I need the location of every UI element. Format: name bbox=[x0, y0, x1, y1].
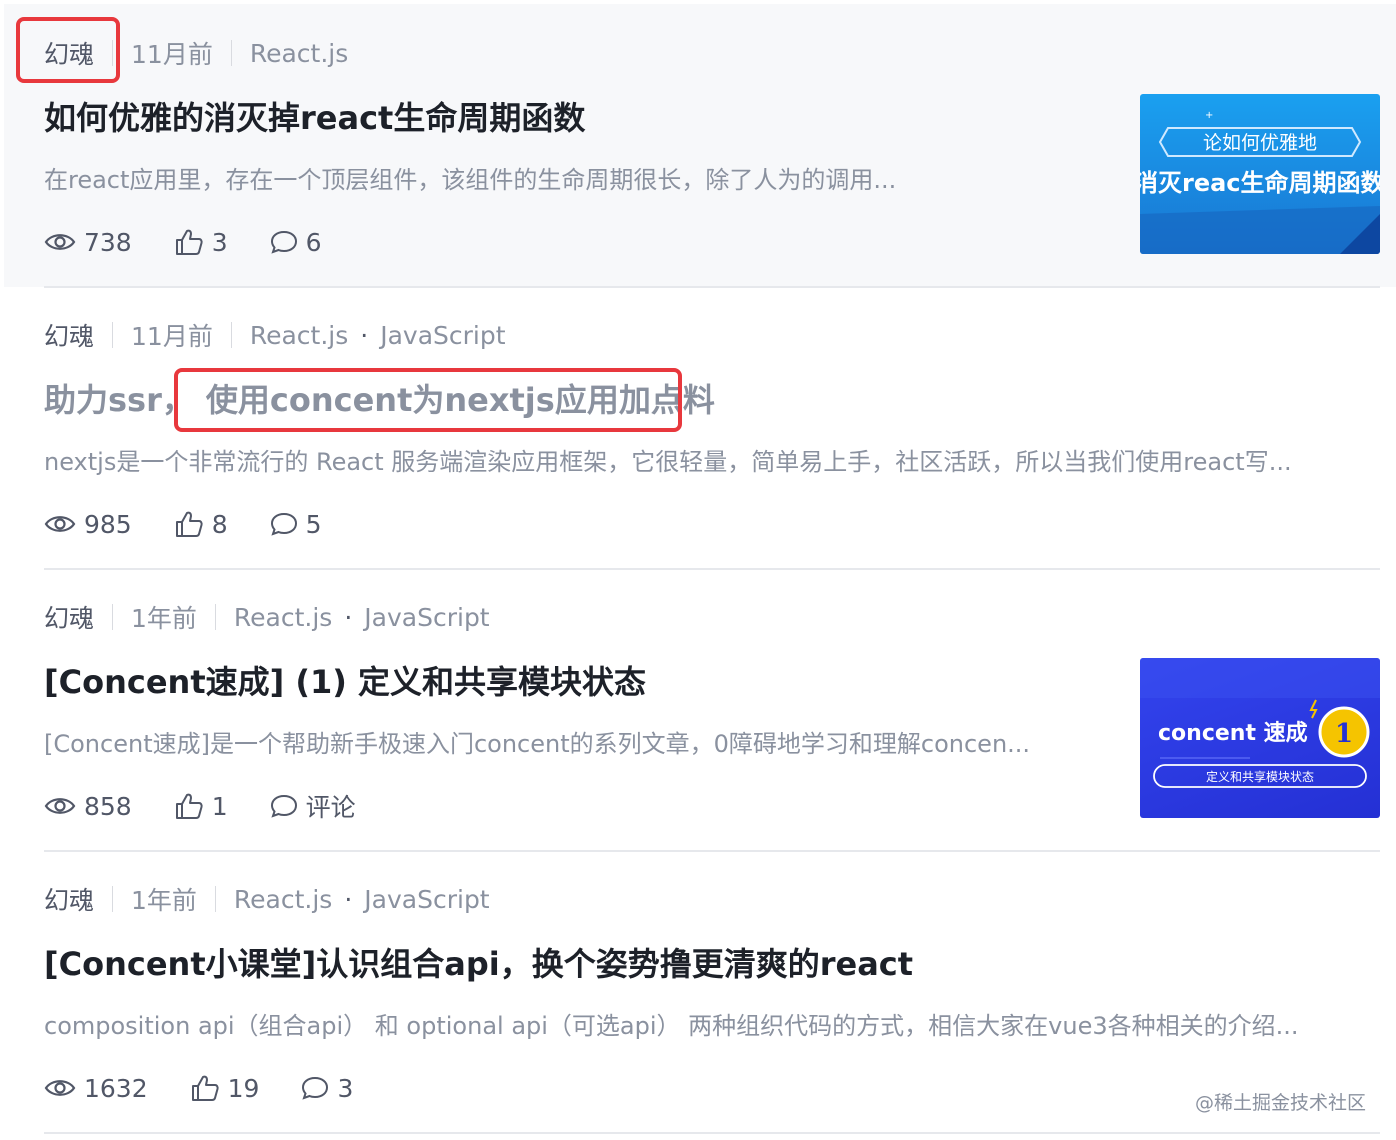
tag[interactable]: JavaScript bbox=[364, 603, 489, 632]
article-thumbnail[interactable]: concent 速成 1 定义和共享模块状态 bbox=[1140, 658, 1380, 818]
comments-stat[interactable]: 6 bbox=[270, 228, 322, 257]
article-thumbnail[interactable]: + 论如何优雅地 消灭reac生命周期函数 bbox=[1140, 94, 1380, 254]
tag[interactable]: JavaScript bbox=[380, 321, 505, 350]
meta-divider bbox=[112, 322, 114, 348]
thumbnail-headline: 消灭reac生命周期函数 bbox=[1140, 169, 1380, 197]
views-stat: 1632 bbox=[44, 1074, 148, 1103]
meta-divider bbox=[112, 604, 114, 630]
meta-divider bbox=[214, 604, 216, 630]
likes-stat[interactable]: 8 bbox=[174, 510, 228, 539]
views-stat: 858 bbox=[44, 792, 132, 821]
thumbs-up-icon bbox=[191, 1075, 219, 1101]
article-stats: 1632 19 3 bbox=[44, 1068, 395, 1108]
views-stat: 985 bbox=[44, 510, 132, 539]
thumbnail-graphic: + 论如何优雅地 消灭reac生命周期函数 bbox=[1140, 110, 1380, 254]
author-name[interactable]: 幻魂 bbox=[44, 599, 94, 635]
publish-time: 1年前 bbox=[131, 886, 197, 915]
article-abstract[interactable]: composition api（组合api） 和 optional api（可选… bbox=[44, 1008, 1299, 1044]
divider bbox=[44, 1132, 1380, 1134]
article-meta: 幻魂 1年前 React.js · JavaScript bbox=[44, 879, 490, 919]
meta-divider bbox=[112, 886, 114, 912]
thumbs-up-icon bbox=[175, 229, 203, 255]
article-meta: 幻魂 1年前 React.js · JavaScript bbox=[44, 597, 490, 637]
eye-icon bbox=[44, 798, 76, 814]
tag[interactable]: JavaScript bbox=[364, 885, 489, 914]
thumbnail-graphic: concent 速成 1 定义和共享模块状态 bbox=[1140, 658, 1380, 788]
author-name[interactable]: 幻魂 bbox=[44, 881, 94, 917]
highlight-box bbox=[174, 368, 682, 432]
title-prefix: 助力ssr， bbox=[44, 381, 194, 419]
thumbnail-caption: 论如何优雅地 bbox=[1203, 132, 1317, 154]
likes-stat[interactable]: 1 bbox=[174, 792, 228, 821]
likes-stat[interactable]: 19 bbox=[190, 1074, 259, 1103]
article-title[interactable]: [Concent速成] (1) 定义和共享模块状态 bbox=[44, 660, 646, 704]
comments-stat[interactable]: 3 bbox=[301, 1074, 353, 1103]
highlight-box bbox=[16, 17, 120, 83]
author-name[interactable]: 幻魂 bbox=[44, 317, 94, 353]
thumbnail-badge: 1 bbox=[1335, 719, 1353, 749]
tag-separator: · bbox=[360, 320, 369, 350]
article-title[interactable]: 如何优雅的消灭掉react生命周期函数 bbox=[44, 96, 585, 140]
thumbnail-brand: concent 速成 bbox=[1158, 720, 1308, 746]
tag-separator: · bbox=[344, 884, 353, 914]
tag[interactable]: React.js bbox=[250, 321, 348, 350]
comment-icon bbox=[270, 794, 297, 818]
publish-time: 1年前 bbox=[131, 604, 197, 633]
thumbnail-subtitle: 定义和共享模块状态 bbox=[1206, 769, 1314, 784]
tag[interactable]: React.js bbox=[234, 885, 332, 914]
thumbs-up-icon bbox=[175, 793, 203, 819]
svg-text:+: + bbox=[1205, 110, 1213, 121]
tag[interactable]: React.js bbox=[250, 39, 348, 68]
article-meta: 幻魂 11月前 React.js · JavaScript bbox=[44, 315, 506, 355]
divider bbox=[44, 850, 1380, 852]
tag-separator: · bbox=[344, 602, 353, 632]
watermark: @稀土掘金技术社区 bbox=[1194, 1092, 1366, 1114]
article-abstract[interactable]: [Concent速成]是一个帮助新手极速入门concent的系列文章，0障碍地学… bbox=[44, 726, 1030, 762]
meta-divider bbox=[230, 40, 232, 66]
divider bbox=[44, 568, 1380, 570]
publish-time: 11月前 bbox=[131, 40, 213, 69]
eye-icon bbox=[44, 234, 76, 250]
divider bbox=[44, 286, 1380, 288]
comment-icon bbox=[302, 1076, 329, 1100]
eye-icon bbox=[44, 1080, 76, 1096]
article-abstract[interactable]: nextjs是一个非常流行的 React 服务端渲染应用框架，它很轻量，简单易上… bbox=[44, 444, 1292, 480]
article-title[interactable]: [Concent小课堂]认识组合api，换个姿势撸更清爽的react bbox=[44, 942, 913, 986]
thumbs-up-icon bbox=[175, 511, 203, 537]
article-stats: 858 1 评论 bbox=[44, 786, 398, 826]
meta-divider bbox=[230, 322, 232, 348]
comments-stat[interactable]: 评论 bbox=[270, 788, 356, 824]
publish-time: 11月前 bbox=[131, 322, 213, 351]
comments-stat[interactable]: 5 bbox=[270, 510, 322, 539]
comment-icon bbox=[270, 512, 297, 536]
article-abstract[interactable]: 在react应用里，存在一个顶层组件，该组件的生命周期很长，除了人为的调用... bbox=[44, 162, 896, 198]
meta-divider bbox=[214, 886, 216, 912]
eye-icon bbox=[44, 516, 76, 532]
likes-stat[interactable]: 3 bbox=[174, 228, 228, 257]
tag[interactable]: React.js bbox=[234, 603, 332, 632]
comment-icon bbox=[270, 230, 297, 254]
views-stat: 738 bbox=[44, 228, 132, 257]
article-stats: 738 3 6 bbox=[44, 222, 364, 262]
article-stats: 985 8 5 bbox=[44, 504, 364, 544]
